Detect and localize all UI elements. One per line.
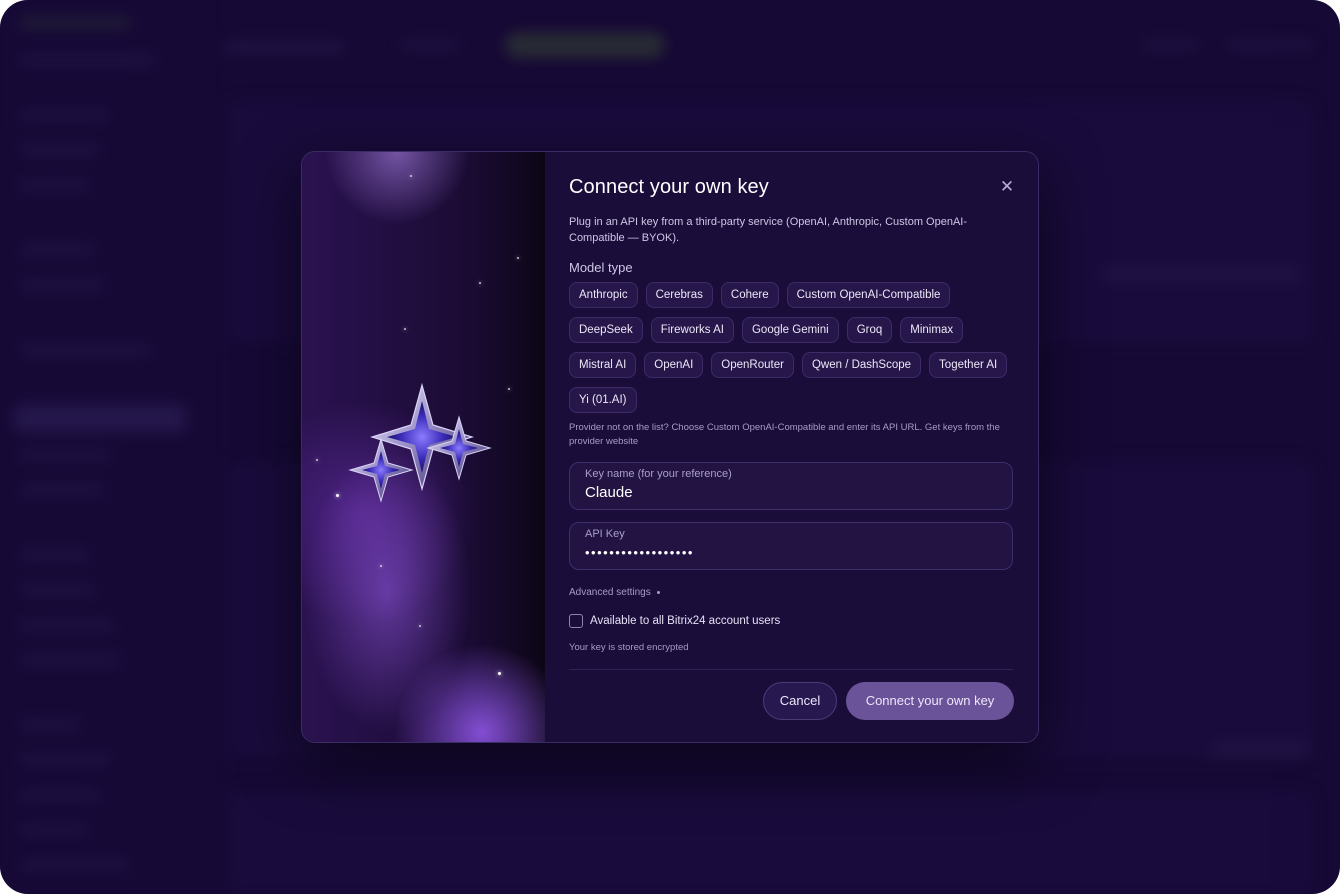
provider-chip-openai[interactable]: OpenAI [644, 352, 704, 378]
provider-hint: Provider not on the list? Choose Custom … [569, 422, 1000, 447]
provider-chip-cerebras[interactable]: Cerebras [645, 282, 713, 308]
key-name-label: Key name (for your reference) [585, 468, 732, 480]
chevron-down-icon [656, 591, 660, 594]
provider-chip-together-ai[interactable]: Together AI [929, 352, 1008, 378]
sparkle-icon [498, 672, 501, 675]
close-icon[interactable]: ✕ [998, 178, 1016, 196]
dialog-content: Connect your own key ✕ Plug in an API ke… [545, 152, 1038, 742]
provider-chip-custom-openai-compatible[interactable]: Custom OpenAI-Compatible [786, 282, 951, 308]
key-name-value[interactable]: Claude [585, 482, 997, 504]
connect-key-dialog: Connect your own key ✕ Plug in an API ke… [301, 151, 1039, 743]
provider-chip-openrouter[interactable]: OpenRouter [711, 352, 794, 378]
footer-divider [569, 669, 1013, 670]
share-checkbox-label[interactable]: Available to all Bitrix24 account users [590, 615, 780, 627]
sparkle-icon [336, 494, 339, 497]
provider-chip-anthropic[interactable]: Anthropic [569, 282, 638, 308]
sparkle-icon [508, 388, 510, 390]
api-key-field[interactable]: API Key •••••••••••••••••• [569, 522, 1013, 570]
share-checkbox[interactable] [569, 614, 583, 628]
provider-chip-google-gemini[interactable]: Google Gemini [741, 317, 839, 343]
sparkle-icon [316, 459, 318, 461]
app-window: Connect your own key ✕ Plug in an API ke… [0, 0, 1340, 894]
sparkle-icon [404, 328, 406, 330]
illustration-panel [302, 152, 545, 742]
sparkle-icon [479, 282, 481, 284]
sparkle-icon [517, 257, 519, 259]
encryption-note: Your key is stored encrypted [569, 642, 689, 653]
sparkle-icon [380, 565, 382, 567]
api-key-label: API Key [585, 528, 625, 540]
advanced-settings-label: Advanced settings [569, 587, 651, 598]
cancel-button[interactable]: Cancel [763, 682, 837, 720]
provider-chip-fireworks-ai[interactable]: Fireworks AI [650, 317, 734, 343]
provider-chip-deepseek[interactable]: DeepSeek [569, 317, 643, 343]
sparkle-icon [419, 625, 421, 627]
provider-chip-mistral-ai[interactable]: Mistral AI [569, 352, 637, 378]
provider-chip-groq[interactable]: Groq [846, 317, 893, 343]
provider-chip-yi[interactable]: Yi (01.AI) [569, 387, 637, 413]
model-type-label: Model type [569, 260, 633, 275]
dialog-footer: Cancel Connect your own key [763, 682, 1014, 720]
connect-key-button[interactable]: Connect your own key [846, 682, 1014, 720]
provider-chip-cohere[interactable]: Cohere [720, 282, 779, 308]
api-key-value[interactable]: •••••••••••••••••• [585, 542, 997, 564]
advanced-settings-toggle[interactable]: Advanced settings [569, 587, 1014, 598]
provider-chip-minimax[interactable]: Minimax [900, 317, 964, 343]
three-stars-icon [348, 382, 492, 503]
sparkle-icon [410, 175, 412, 177]
provider-chip-list: Anthropic Cerebras Cohere Custom OpenAI-… [569, 282, 1014, 413]
share-option: Available to all Bitrix24 account users [569, 614, 1014, 628]
dialog-description: Plug in an API key from a third-party se… [569, 216, 968, 244]
provider-chip-qwen-dashscope[interactable]: Qwen / DashScope [801, 352, 922, 378]
key-name-field[interactable]: Key name (for your reference) Claude [569, 462, 1013, 510]
dialog-title: Connect your own key [569, 176, 769, 198]
